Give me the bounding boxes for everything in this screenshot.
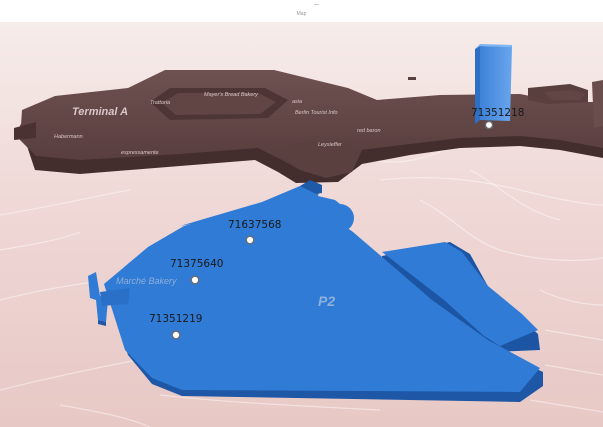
label-espressamente: espressamente (121, 150, 159, 156)
label-habermann: Habermann (54, 134, 83, 140)
label-bakery-terminal: Mayer's Bread Bakery (204, 92, 259, 98)
terminal-name-label: Terminal A (72, 106, 128, 118)
label-red-baron: red baron (357, 128, 381, 134)
marker-pin-icon (190, 275, 200, 285)
p2-name-label: P2 (318, 293, 335, 309)
marker-pin-icon (484, 120, 494, 130)
marker-pin-icon (171, 330, 181, 340)
label-trattoria: Trattoria (150, 100, 170, 106)
label-tourist-info: Berlin Tourist Info (295, 110, 338, 116)
label-marche-bakery: Marché Bakery (116, 276, 177, 286)
top-bar-mark (314, 4, 319, 5)
map-canvas[interactable]: Terminal A Trattoria Mayer's Bread Baker… (0, 22, 603, 427)
marker-label: 71375640 (170, 258, 223, 270)
label-asia: asia (292, 99, 302, 105)
map-title: Map (296, 11, 307, 17)
marker-pin-icon (245, 235, 255, 245)
marker-label: 71351219 (149, 313, 202, 325)
marker-label: 71351218 (471, 107, 524, 119)
top-bar: Map (0, 0, 603, 23)
p2-north-round (326, 204, 354, 232)
marker-label: 71637568 (228, 219, 281, 231)
label-leysieffer: Leysieffer (318, 142, 343, 148)
terminal-small-roof (408, 77, 416, 80)
